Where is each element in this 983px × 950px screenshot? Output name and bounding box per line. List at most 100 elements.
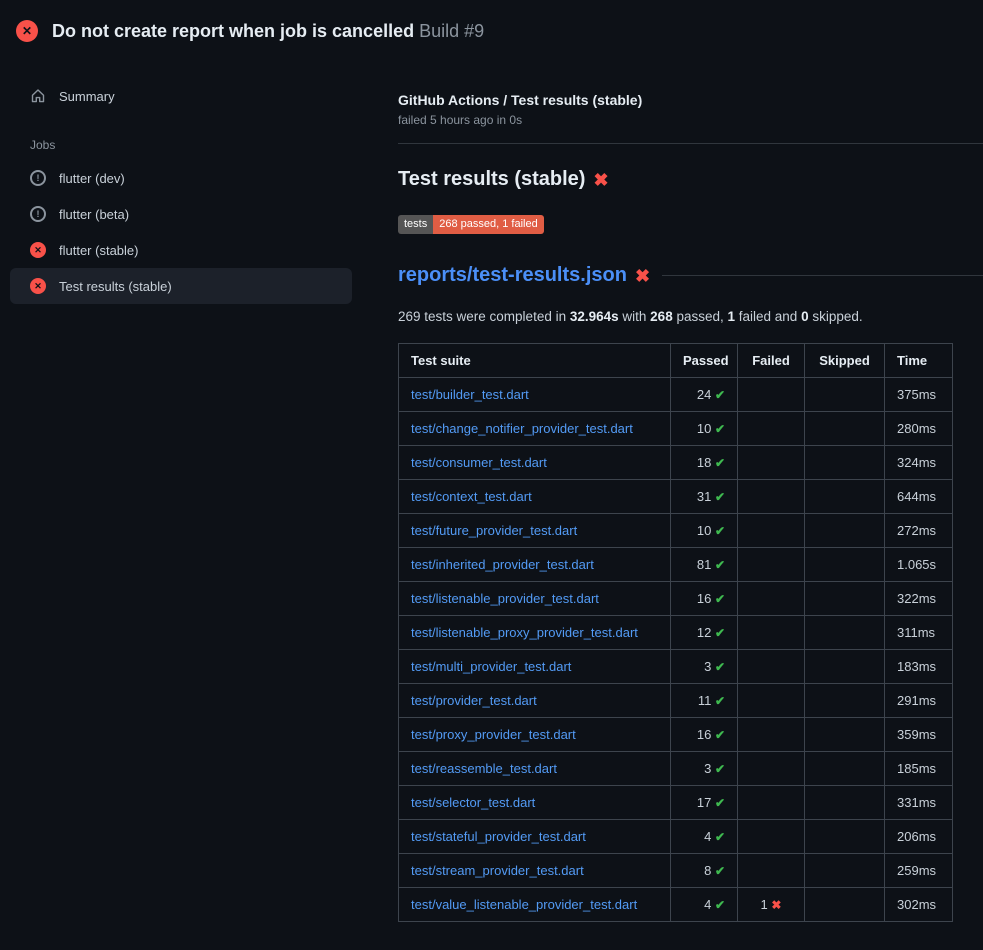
test-suite-link[interactable]: test/change_notifier_provider_test.dart [411, 421, 633, 436]
test-suite-link[interactable]: test/multi_provider_test.dart [411, 659, 571, 674]
test-suite-link[interactable]: test/listenable_provider_test.dart [411, 591, 599, 606]
sidebar-item-label: flutter (stable) [59, 243, 138, 258]
tests-badge: tests 268 passed, 1 failed [398, 215, 544, 234]
test-suite-link[interactable]: test/inherited_provider_test.dart [411, 557, 594, 572]
col-header-test-suite: Test suite [399, 344, 671, 378]
time-cell: 1.065s [885, 548, 953, 582]
skipped-cell [805, 378, 885, 412]
time-cell: 359ms [885, 718, 953, 752]
failed-cell [738, 684, 805, 718]
time-cell: 272ms [885, 514, 953, 548]
skipped-cell [805, 684, 885, 718]
failed-x-icon: ✖ [635, 267, 650, 285]
passed-cell: 4 ✔ [671, 888, 738, 922]
skipped-cell [805, 514, 885, 548]
table-row: test/listenable_proxy_provider_test.dart… [399, 616, 953, 650]
run-meta: failed 5 hours ago in 0s [398, 113, 983, 127]
col-header-failed: Failed [738, 344, 805, 378]
sidebar-item-summary[interactable]: Summary [10, 78, 352, 114]
skipped-cell [805, 820, 885, 854]
failed-cell [738, 548, 805, 582]
failed-cell [738, 582, 805, 616]
test-suite-link[interactable]: test/consumer_test.dart [411, 455, 547, 470]
test-suite-link[interactable]: test/stream_provider_test.dart [411, 863, 584, 878]
passed-cell: 8 ✔ [671, 854, 738, 888]
results-table: Test suite Passed Failed Skipped Time te… [398, 343, 953, 922]
neutral-status-icon: ! [30, 206, 46, 222]
failed-cell [738, 378, 805, 412]
main-content: GitHub Actions / Test results (stable) f… [390, 56, 983, 922]
check-icon: ✔ [715, 728, 725, 742]
test-suite-link[interactable]: test/proxy_provider_test.dart [411, 727, 576, 742]
check-icon: ✔ [715, 626, 725, 640]
skipped-cell [805, 718, 885, 752]
time-cell: 185ms [885, 752, 953, 786]
sidebar-item-test-results-stable[interactable]: ✕ Test results (stable) [10, 268, 352, 304]
sidebar: Summary Jobs ! flutter (dev) ! flutter (… [0, 56, 390, 922]
section-heading: Test results (stable) ✖ [398, 168, 983, 191]
table-row: test/reassemble_test.dart 3 ✔ 185ms [399, 752, 953, 786]
failed-x-icon: ✖ [593, 171, 608, 189]
skipped-cell [805, 650, 885, 684]
sidebar-item-flutter-stable[interactable]: ✕ flutter (stable) [10, 232, 352, 268]
test-suite-cell: test/change_notifier_provider_test.dart [399, 412, 671, 446]
table-row: test/multi_provider_test.dart 3 ✔ 183ms [399, 650, 953, 684]
passed-cell: 31 ✔ [671, 480, 738, 514]
test-suite-link[interactable]: test/context_test.dart [411, 489, 532, 504]
passed-cell: 81 ✔ [671, 548, 738, 582]
passed-cell: 16 ✔ [671, 718, 738, 752]
failed-cell: 1 ✖ [738, 888, 805, 922]
jobs-heading: Jobs [30, 138, 380, 152]
home-icon [30, 88, 46, 104]
badge-label: tests [398, 215, 433, 234]
test-suite-cell: test/future_provider_test.dart [399, 514, 671, 548]
passed-cell: 17 ✔ [671, 786, 738, 820]
check-icon: ✔ [715, 796, 725, 810]
build-title: Do not create report when job is cancell… [52, 21, 484, 42]
passed-cell: 4 ✔ [671, 820, 738, 854]
time-cell: 183ms [885, 650, 953, 684]
time-cell: 291ms [885, 684, 953, 718]
sidebar-item-label: Test results (stable) [59, 279, 172, 294]
passed-cell: 10 ✔ [671, 514, 738, 548]
check-icon: ✔ [715, 898, 725, 912]
failed-cell [738, 752, 805, 786]
failed-status-icon: ✕ [30, 278, 46, 294]
sidebar-item-flutter-dev[interactable]: ! flutter (dev) [10, 160, 352, 196]
test-suite-link[interactable]: test/future_provider_test.dart [411, 523, 577, 538]
table-row: test/provider_test.dart 11 ✔ 291ms [399, 684, 953, 718]
failed-cell [738, 446, 805, 480]
test-suite-link[interactable]: test/selector_test.dart [411, 795, 535, 810]
passed-cell: 24 ✔ [671, 378, 738, 412]
test-suite-link[interactable]: test/value_listenable_provider_test.dart [411, 897, 637, 912]
failed-cell [738, 650, 805, 684]
passed-cell: 12 ✔ [671, 616, 738, 650]
time-cell: 324ms [885, 446, 953, 480]
col-header-skipped: Skipped [805, 344, 885, 378]
time-cell: 259ms [885, 854, 953, 888]
check-icon: ✔ [715, 490, 725, 504]
time-cell: 644ms [885, 480, 953, 514]
test-suite-link[interactable]: test/listenable_proxy_provider_test.dart [411, 625, 638, 640]
sidebar-item-label: Summary [59, 89, 115, 104]
test-suite-link[interactable]: test/reassemble_test.dart [411, 761, 557, 776]
test-suite-cell: test/stream_provider_test.dart [399, 854, 671, 888]
skipped-cell [805, 548, 885, 582]
test-suite-link[interactable]: test/provider_test.dart [411, 693, 537, 708]
check-icon: ✔ [715, 388, 725, 402]
col-header-time: Time [885, 344, 953, 378]
sidebar-item-flutter-beta[interactable]: ! flutter (beta) [10, 196, 352, 232]
test-suite-link[interactable]: test/builder_test.dart [411, 387, 529, 402]
time-cell: 206ms [885, 820, 953, 854]
report-link[interactable]: reports/test-results.json [398, 264, 627, 287]
failed-status-icon: ✕ [30, 242, 46, 258]
table-header-row: Test suite Passed Failed Skipped Time [399, 344, 953, 378]
table-row: test/stream_provider_test.dart 8 ✔ 259ms [399, 854, 953, 888]
test-suite-link[interactable]: test/stateful_provider_test.dart [411, 829, 586, 844]
test-suite-cell: test/listenable_provider_test.dart [399, 582, 671, 616]
check-icon: ✔ [715, 660, 725, 674]
test-suite-cell: test/selector_test.dart [399, 786, 671, 820]
time-cell: 322ms [885, 582, 953, 616]
passed-cell: 3 ✔ [671, 650, 738, 684]
table-row: test/change_notifier_provider_test.dart … [399, 412, 953, 446]
